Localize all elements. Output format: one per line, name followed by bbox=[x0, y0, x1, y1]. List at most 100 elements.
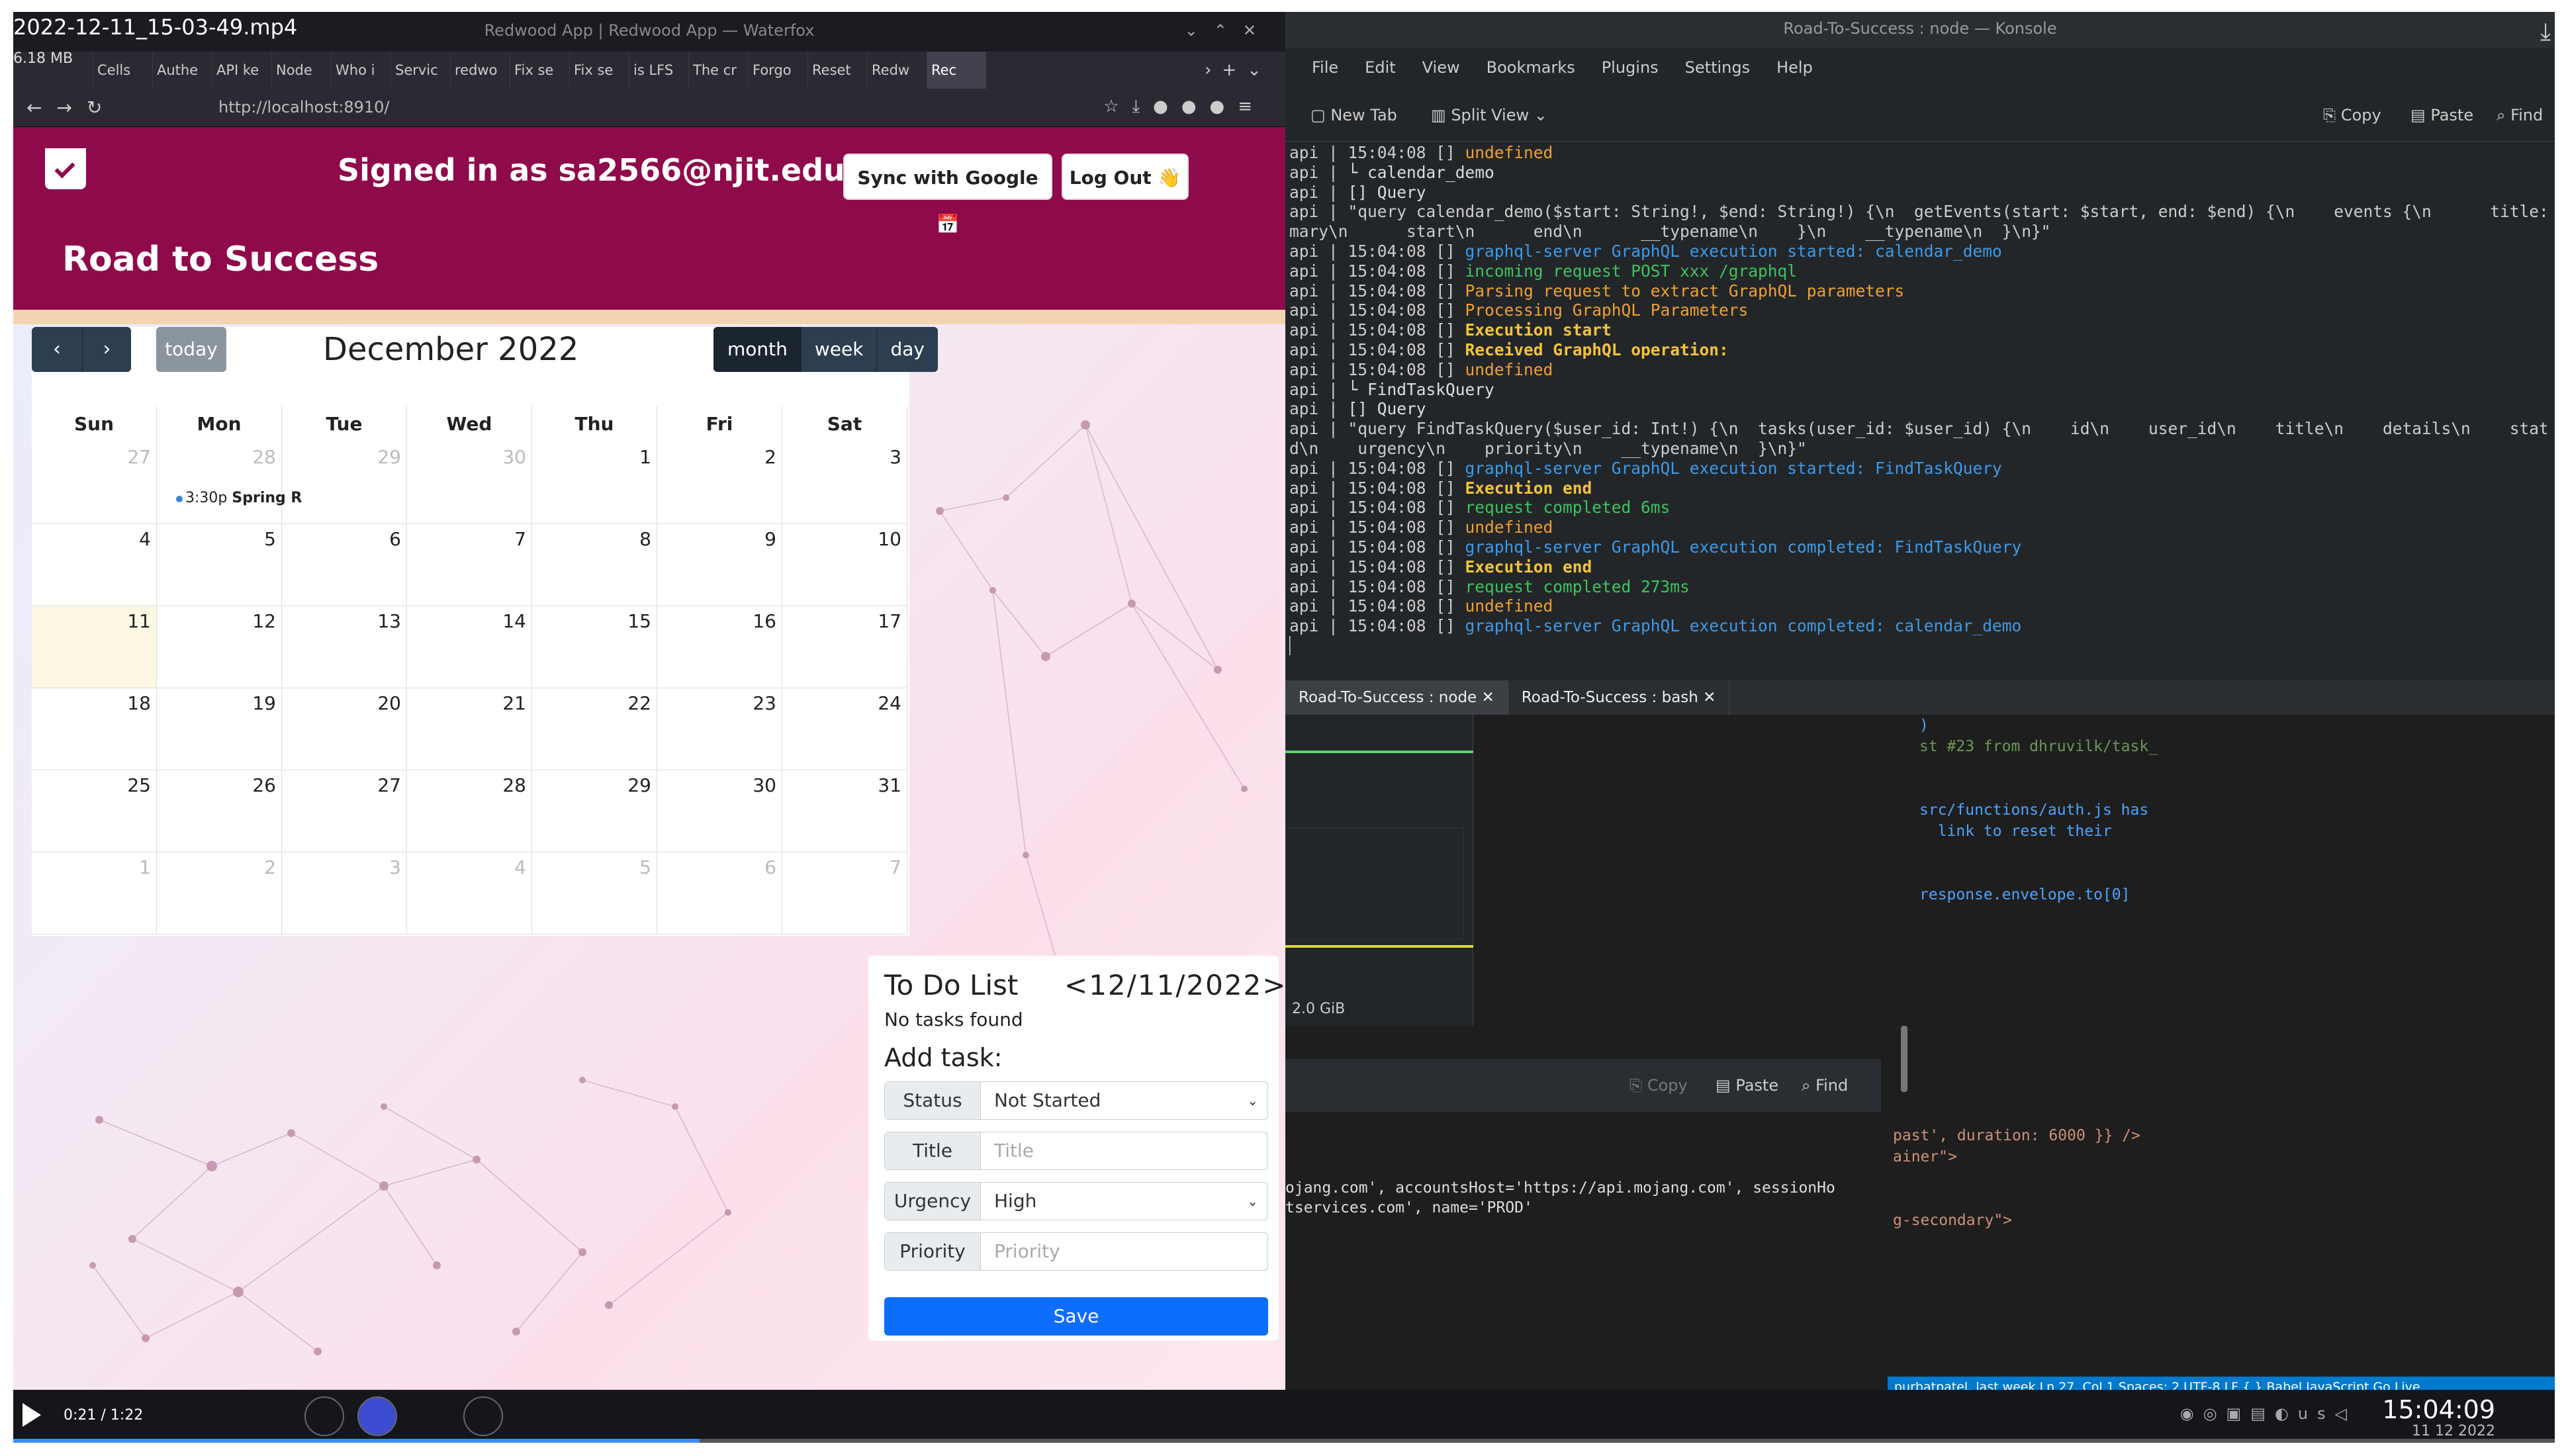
browser-tab[interactable]: Authe bbox=[152, 52, 212, 89]
browser-tab[interactable]: Rec bbox=[927, 52, 986, 89]
calendar-day-cell[interactable]: 15 bbox=[532, 606, 657, 688]
calendar-day-cell[interactable]: 5 bbox=[532, 852, 657, 934]
konsole-tab-node[interactable]: Road-To-Success : node ✕ bbox=[1285, 680, 1508, 715]
copy-button[interactable]: ⎘ Copy bbox=[1629, 1071, 1688, 1100]
calendar-day-cell[interactable]: 25 bbox=[32, 770, 157, 852]
browser-tab[interactable]: Cells bbox=[93, 52, 152, 89]
konsole-menu-item[interactable]: File bbox=[1312, 49, 1338, 86]
paste-button[interactable]: ▤ Paste bbox=[1716, 1071, 1778, 1100]
browser-tab[interactable]: Servic bbox=[390, 52, 450, 89]
browser-tab[interactable]: Reset bbox=[807, 52, 867, 89]
konsole-menu-item[interactable]: Help bbox=[1776, 49, 1813, 86]
video-progress-bar[interactable] bbox=[13, 1439, 2555, 1443]
calendar-day-cell[interactable]: 27 bbox=[32, 442, 157, 524]
calendar-today-button[interactable]: today bbox=[156, 327, 226, 372]
calendar-day-cell[interactable]: 30 bbox=[407, 442, 532, 524]
browser-tab[interactable]: redwo bbox=[450, 52, 510, 89]
window-controls[interactable]: ⌄⌃✕ bbox=[1185, 12, 1272, 49]
calendar-day-cell[interactable]: 3 bbox=[782, 442, 907, 524]
find-button[interactable]: ⌕ Find bbox=[1802, 1071, 1848, 1100]
calendar-day-cell[interactable]: 12 bbox=[157, 606, 282, 688]
calendar-day-cell[interactable]: 19 bbox=[157, 688, 282, 770]
browser-tab[interactable]: Who i bbox=[331, 52, 390, 89]
calendar-day-cell[interactable]: 17 bbox=[782, 606, 907, 688]
calendar-day-cell[interactable]: 24 bbox=[782, 688, 907, 770]
calendar-day-cell[interactable]: 13 bbox=[282, 606, 407, 688]
calendar-day-cell[interactable]: 18 bbox=[32, 688, 157, 770]
calendar-day-cell[interactable]: 22 bbox=[532, 688, 657, 770]
nav-buttons[interactable]: ←→↻ bbox=[26, 97, 116, 118]
calendar-day-cell[interactable]: 31 bbox=[782, 770, 907, 852]
browser-tab[interactable]: API ke bbox=[212, 52, 271, 89]
browser-tab[interactable]: Redw bbox=[867, 52, 927, 89]
calendar-day-cell[interactable]: 14 bbox=[407, 606, 532, 688]
calendar-day-cell[interactable]: 29 bbox=[532, 770, 657, 852]
scrollbar[interactable] bbox=[1901, 1026, 1907, 1092]
konsole-menu-item[interactable]: Settings bbox=[1685, 49, 1750, 86]
taskbar-app-icon[interactable] bbox=[463, 1396, 503, 1436]
browser-tab[interactable]: Fix se bbox=[510, 52, 569, 89]
calendar-day-cell[interactable]: 10 bbox=[782, 524, 907, 606]
view-month-button[interactable]: month bbox=[713, 327, 801, 372]
taskbar-app-icon[interactable] bbox=[304, 1396, 344, 1436]
view-week-button[interactable]: week bbox=[800, 327, 877, 372]
new-tab-button[interactable]: ▢ New Tab bbox=[1310, 101, 1397, 130]
download-icon[interactable]: ⤓ bbox=[2540, 19, 2551, 46]
calendar-next-button[interactable]: › bbox=[82, 327, 131, 372]
toolbar-icons[interactable]: ☆⤓●●●≡ bbox=[1103, 97, 1265, 117]
paste-button[interactable]: ▤ Paste bbox=[2410, 101, 2473, 130]
calendar-day-cell[interactable]: 29 bbox=[282, 442, 407, 524]
browser-tab[interactable]: The cr bbox=[688, 52, 748, 89]
calendar-day-cell[interactable]: 28 bbox=[407, 770, 532, 852]
play-icon[interactable] bbox=[23, 1403, 41, 1427]
view-day-button[interactable]: day bbox=[876, 327, 938, 372]
url-field[interactable]: http://localhost:8910/ bbox=[218, 98, 390, 116]
tab-strip-controls[interactable]: ›+⌄ bbox=[1205, 52, 1272, 89]
browser-tab[interactable]: is LFS bbox=[629, 52, 688, 89]
calendar-day-cell[interactable]: 2 bbox=[157, 852, 282, 934]
calendar-day-cell[interactable]: 5 bbox=[157, 524, 282, 606]
logout-button[interactable]: Log Out 👋 bbox=[1062, 154, 1189, 200]
calendar-day-cell[interactable]: 8 bbox=[532, 524, 657, 606]
calendar-day-cell[interactable]: 20 bbox=[282, 688, 407, 770]
konsole-menu-item[interactable]: Bookmarks bbox=[1487, 49, 1575, 86]
konsole-tab-bash[interactable]: Road-To-Success : bash ✕ bbox=[1508, 680, 1730, 715]
copy-button[interactable]: ⎘ Copy bbox=[2323, 101, 2381, 130]
calendar-day-cell[interactable]: 30 bbox=[657, 770, 782, 852]
priority-input[interactable]: Priority Priority bbox=[884, 1232, 1268, 1271]
calendar-day-cell[interactable]: 1 bbox=[532, 442, 657, 524]
calendar-day-cell[interactable]: 7 bbox=[782, 852, 907, 934]
title-input[interactable]: Title Title bbox=[884, 1132, 1268, 1170]
calendar-day-cell[interactable]: 6 bbox=[657, 852, 782, 934]
browser-tab[interactable]: Fix se bbox=[569, 52, 629, 89]
browser-tab[interactable]: Forgo bbox=[748, 52, 807, 89]
calendar-check-icon[interactable] bbox=[45, 148, 86, 189]
calendar-day-cell[interactable]: 28 bbox=[157, 442, 282, 524]
calendar-prev-button[interactable]: ‹ bbox=[32, 327, 82, 372]
browser-tab[interactable]: Node bbox=[271, 52, 331, 89]
status-select[interactable]: Status Not Started ⌄ bbox=[884, 1081, 1268, 1120]
konsole-menu-item[interactable]: Plugins bbox=[1602, 49, 1659, 86]
discord-icon[interactable] bbox=[357, 1396, 397, 1436]
calendar-day-cell[interactable]: 1 bbox=[32, 852, 157, 934]
calendar-day-cell[interactable]: 21 bbox=[407, 688, 532, 770]
calendar-day-cell[interactable]: 4 bbox=[32, 524, 157, 606]
calendar-day-cell[interactable]: 23 bbox=[657, 688, 782, 770]
konsole-menu-item[interactable]: View bbox=[1422, 49, 1460, 86]
terminal-output[interactable]: api | 15:04:08 [] undefined api | └ calen… bbox=[1289, 143, 2547, 672]
konsole-menu-item[interactable]: Edit bbox=[1365, 49, 1395, 86]
calendar-day-cell[interactable]: 2 bbox=[657, 442, 782, 524]
calendar-day-cell[interactable]: 7 bbox=[407, 524, 532, 606]
system-tray[interactable]: ◉◎▣▤◐us◁ bbox=[2180, 1404, 2356, 1423]
calendar-day-cell[interactable]: 26 bbox=[157, 770, 282, 852]
sync-google-button[interactable]: Sync with Google 📅 bbox=[843, 154, 1052, 235]
todo-date[interactable]: <12/11/2022 bbox=[1064, 969, 1262, 1001]
split-view-button[interactable]: ▥ Split View ⌄ bbox=[1431, 101, 1547, 130]
calendar-event[interactable]: 3:30p Spring R bbox=[176, 490, 302, 506]
calendar-day-cell[interactable]: 16 bbox=[657, 606, 782, 688]
save-task-button[interactable]: Save bbox=[884, 1297, 1268, 1336]
calendar-day-cell[interactable]: 27 bbox=[282, 770, 407, 852]
calendar-day-cell[interactable]: 4 bbox=[407, 852, 532, 934]
calendar-day-cell[interactable]: 9 bbox=[657, 524, 782, 606]
todo-next-button[interactable]: > bbox=[1262, 969, 1285, 1001]
